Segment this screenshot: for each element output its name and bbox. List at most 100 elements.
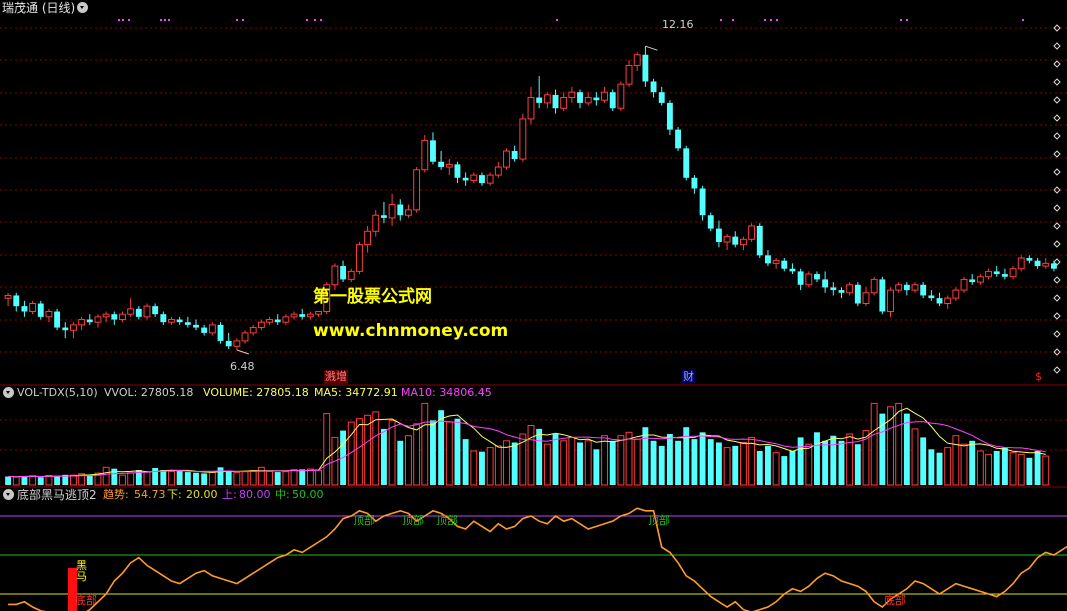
candle-body — [486, 174, 494, 184]
volume-bar — [1017, 453, 1025, 486]
volume-bar — [838, 440, 845, 485]
volume-bar — [12, 476, 20, 486]
candle-body — [527, 97, 535, 120]
signal-dot — [122, 19, 124, 21]
volume-bar — [421, 402, 429, 486]
candle-body — [805, 273, 813, 286]
volume-bar — [1001, 447, 1008, 485]
collapse-icon[interactable] — [3, 387, 14, 398]
low-pointer — [236, 349, 250, 355]
signal-dot — [306, 19, 308, 21]
candle-body — [1009, 268, 1017, 278]
volume-bar — [282, 471, 290, 486]
candle-body — [650, 81, 657, 93]
candle-body — [470, 174, 478, 181]
event-marker-finance[interactable]: 财 — [682, 370, 695, 384]
candle-body — [879, 279, 886, 312]
volume-bar — [54, 476, 61, 485]
candle-body — [920, 284, 927, 296]
candle-body — [993, 271, 1000, 275]
volume-bar — [723, 447, 731, 486]
candle-body — [29, 302, 37, 313]
volume-bar — [903, 413, 910, 485]
volume-bar — [887, 406, 894, 486]
low-price-label: 6.48 — [230, 360, 255, 373]
candle-body — [960, 278, 968, 291]
volume-bar — [707, 439, 714, 485]
vvol-value: VVOL: 27805.18 — [104, 386, 194, 399]
candle-body — [1026, 258, 1033, 261]
candle-body — [274, 319, 281, 323]
signal-dot — [1022, 19, 1024, 21]
signal-dot — [720, 19, 722, 21]
candle-body — [4, 294, 12, 299]
volume-bar — [413, 423, 421, 486]
chart-canvas[interactable] — [0, 0, 1067, 611]
candle-body — [430, 140, 436, 162]
volume-bar — [797, 437, 804, 485]
volume-bar — [830, 435, 837, 485]
volume-bar — [568, 436, 576, 486]
collapse-icon[interactable] — [77, 2, 88, 13]
volume-bar — [765, 445, 771, 485]
indicator-name[interactable]: 底部黑马逃顶2 — [17, 488, 97, 502]
volume-bar — [168, 470, 175, 486]
candle-body — [658, 92, 665, 103]
candle-body — [413, 169, 421, 211]
collapse-icon[interactable] — [3, 489, 14, 500]
candle-body — [249, 327, 257, 334]
signal-dot — [242, 19, 244, 21]
volume-bar — [152, 468, 159, 485]
scale-marker — [1053, 330, 1061, 338]
scale-marker — [1053, 276, 1061, 284]
scale-marker — [1053, 204, 1061, 212]
volume-bar — [249, 470, 257, 486]
candle-body — [119, 313, 126, 321]
candle-body — [789, 268, 796, 272]
candle-body — [617, 83, 625, 109]
candle-body — [552, 94, 559, 109]
volume-bar — [732, 445, 739, 485]
trend-line — [8, 507, 1067, 611]
candle-body — [282, 316, 290, 323]
volume-bar — [372, 411, 380, 486]
candle-body — [887, 289, 894, 313]
candle-body — [1034, 260, 1041, 267]
candle-body — [765, 255, 771, 264]
price-candles — [4, 45, 1057, 355]
vol-indicator-name[interactable]: VOL-TDX(5,10) — [17, 386, 98, 400]
low-line-value: 20.00 — [186, 488, 218, 501]
candle-body — [152, 306, 159, 315]
volume-bar — [290, 469, 298, 486]
candle-body — [584, 97, 592, 104]
volume-bar — [70, 474, 77, 486]
event-marker-dollar[interactable]: $ — [1035, 370, 1042, 384]
volume-bar — [920, 437, 927, 485]
candle-body — [633, 54, 641, 66]
up-line-key: 上: — [222, 488, 237, 501]
candle-body — [707, 215, 714, 229]
volume-bar — [241, 471, 249, 486]
candle-body — [127, 308, 135, 315]
candle-body — [1017, 257, 1025, 270]
volume-bar — [1034, 451, 1041, 485]
candle-body — [233, 340, 241, 347]
volume-bar — [928, 449, 935, 485]
volume-bar — [225, 471, 232, 485]
candle-body — [625, 64, 633, 85]
ma5-value: MA5: 34772.91 — [314, 386, 398, 399]
top-signal-label: 顶部 — [436, 514, 458, 527]
event-marker-zengzeng[interactable]: 溅增 — [324, 370, 348, 384]
volume-bar — [781, 456, 788, 485]
candle-body — [331, 265, 339, 286]
volume-bar — [462, 439, 469, 485]
volume-bar — [715, 442, 722, 485]
scale-marker — [1053, 60, 1061, 68]
volume-bar — [380, 428, 387, 485]
volume-bar — [601, 435, 608, 486]
ma10-value: MA10: 34806.45 — [401, 386, 492, 399]
volume-bar — [479, 451, 485, 485]
candle-body — [895, 284, 903, 291]
candle-body — [143, 305, 151, 318]
volume-bar — [822, 440, 829, 485]
